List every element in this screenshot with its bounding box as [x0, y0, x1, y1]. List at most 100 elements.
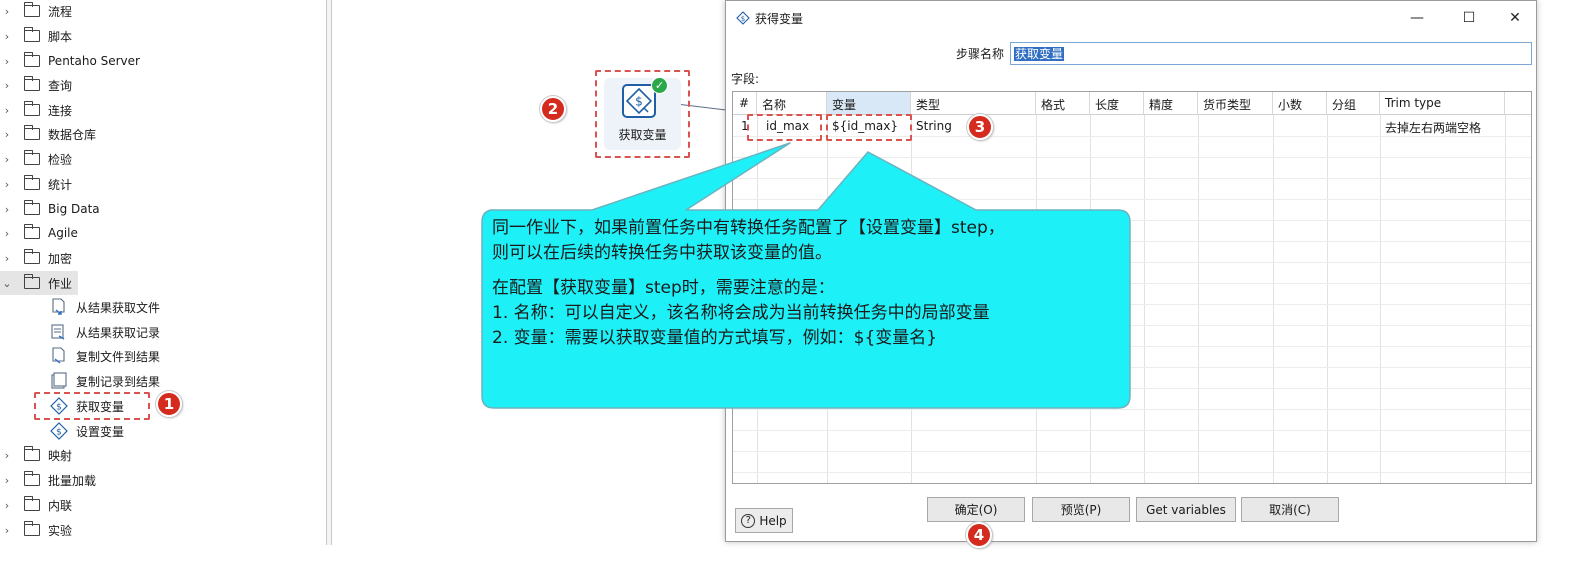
- chevron-right-icon[interactable]: ›: [0, 252, 14, 265]
- chevron-right-icon[interactable]: ›: [0, 449, 14, 462]
- callout-line: 2. 变量：需要以获取变量值的方式填写，例如：${变量名}: [492, 328, 938, 348]
- checkmark-icon: ✓: [651, 77, 668, 94]
- step-badge-2: 2: [540, 96, 566, 122]
- column-header-decimal[interactable]: 小数: [1273, 92, 1327, 115]
- tree-item-copy-files-to-result[interactable]: 复制文件到结果: [50, 345, 160, 367]
- chevron-right-icon[interactable]: ›: [0, 153, 14, 166]
- folder-icon: [24, 150, 40, 165]
- close-icon[interactable]: ✕: [1500, 7, 1530, 29]
- maximize-icon[interactable]: ☐: [1454, 7, 1484, 29]
- svg-text:$: $: [635, 95, 643, 109]
- tree-item-set-variables[interactable]: $ 设置变量: [50, 420, 124, 442]
- chevron-right-icon[interactable]: ›: [0, 499, 14, 512]
- chevron-right-icon[interactable]: ›: [0, 30, 14, 43]
- dialog-title: 获得变量: [755, 12, 804, 26]
- grid-line: [1505, 115, 1506, 483]
- chevron-right-icon[interactable]: ›: [0, 79, 14, 92]
- column-header-format[interactable]: 格式: [1036, 92, 1090, 115]
- chevron-right-icon[interactable]: ›: [0, 227, 14, 240]
- folder-icon: [24, 76, 40, 91]
- minimize-icon[interactable]: —: [1402, 7, 1432, 29]
- tree-folder-bulk-load[interactable]: › 批量加载: [0, 469, 96, 491]
- folder-icon: [24, 446, 40, 461]
- folder-icon: [24, 274, 40, 289]
- tree-item-get-files-from-result[interactable]: 从结果获取文件: [50, 296, 160, 318]
- set-variable-icon: $: [50, 422, 68, 440]
- folder-icon: [24, 224, 40, 239]
- grid-line: [1144, 115, 1145, 483]
- folder-icon: [24, 521, 40, 536]
- column-header-precision[interactable]: 精度: [1144, 92, 1198, 115]
- tree-item-get-rows-from-result[interactable]: 从结果获取记录: [50, 321, 160, 343]
- chevron-right-icon[interactable]: ›: [0, 55, 14, 68]
- get-variables-button[interactable]: Get variables: [1136, 497, 1236, 522]
- callout-line: 在配置【获取变量】step时，需要注意的是：: [492, 278, 835, 298]
- column-header-index[interactable]: #: [733, 92, 757, 115]
- preview-button[interactable]: 预览(P): [1032, 497, 1130, 522]
- tree-folder-label: Pentaho Server: [48, 54, 140, 68]
- column-header-group[interactable]: 分组: [1327, 92, 1380, 115]
- tree-folder-data-warehouse[interactable]: › 数据仓库: [0, 123, 96, 145]
- screen: › 流程 › 脚本 › Pentaho Server › 查询 › 连接 › 数…: [0, 0, 1587, 576]
- chevron-right-icon[interactable]: ›: [0, 5, 14, 18]
- tree-folder-experimental[interactable]: › 实验: [0, 519, 72, 541]
- chevron-right-icon[interactable]: ›: [0, 203, 14, 216]
- chevron-right-icon[interactable]: ›: [0, 524, 14, 537]
- tree-folder-label: 脚本: [48, 29, 73, 44]
- tree-folder-query[interactable]: › 查询: [0, 74, 72, 96]
- step-name-input[interactable]: 获取变量: [1010, 42, 1532, 65]
- folder-icon: [24, 27, 40, 42]
- column-header-length[interactable]: 长度: [1090, 92, 1144, 115]
- column-header-variable[interactable]: 变量: [827, 92, 911, 115]
- column-header-type[interactable]: 类型: [911, 92, 1036, 115]
- chevron-down-icon[interactable]: ⌄: [0, 277, 14, 290]
- tree-folder-join[interactable]: › 连接: [0, 99, 72, 121]
- chevron-right-icon[interactable]: ›: [0, 178, 14, 191]
- column-header-trim-type[interactable]: Trim type: [1380, 92, 1505, 115]
- step-badge-4: 4: [966, 522, 992, 548]
- panel-splitter[interactable]: [326, 0, 332, 545]
- svg-text:$: $: [56, 428, 62, 438]
- chevron-right-icon[interactable]: ›: [0, 104, 14, 117]
- tree-folder-flow[interactable]: › 流程: [0, 0, 72, 22]
- folder-icon: [24, 175, 40, 190]
- tree-folder-big-data[interactable]: › Big Data: [0, 198, 100, 220]
- grid-line: [1327, 115, 1328, 483]
- column-header-currency[interactable]: 货币类型: [1198, 92, 1273, 115]
- help-icon: ?: [741, 513, 756, 528]
- dialog-titlebar[interactable]: $ 获得变量 — ☐ ✕: [726, 1, 1536, 34]
- callout-text: 同一作业下，如果前置任务中有转换任务配置了【设置变量】step， 则可以在后续的…: [492, 216, 1122, 351]
- folder-icon: [24, 200, 40, 215]
- tree-folder-label: Agile: [48, 226, 78, 240]
- grid-line: [733, 409, 1531, 410]
- tree-folder-statistics[interactable]: › 统计: [0, 173, 72, 195]
- tree-folder-script[interactable]: › 脚本: [0, 25, 72, 47]
- chevron-right-icon[interactable]: ›: [0, 128, 14, 141]
- tree-folder-pentaho-server[interactable]: › Pentaho Server: [0, 50, 140, 72]
- grid-line: [1273, 115, 1274, 483]
- tree-folder-agile[interactable]: › Agile: [0, 222, 78, 244]
- tree-item-highlight: [34, 392, 150, 420]
- folder-icon: [24, 249, 40, 264]
- help-button[interactable]: ? Help: [735, 508, 793, 533]
- step-badge-1: 1: [156, 391, 182, 417]
- ok-button[interactable]: 确定(O): [927, 497, 1025, 522]
- grid-line: [1380, 115, 1381, 483]
- get-variable-icon: $: [736, 11, 750, 25]
- tree-item-copy-rows-to-result[interactable]: 复制记录到结果: [50, 370, 160, 392]
- grid-line: [733, 367, 1531, 368]
- tree-folder-label: 连接: [48, 103, 73, 118]
- column-header-name[interactable]: 名称: [757, 92, 827, 115]
- canvas-step-get-variables[interactable]: $ ✓ 获取变量: [595, 70, 690, 158]
- chevron-right-icon[interactable]: ›: [0, 474, 14, 487]
- tree-folder-validation[interactable]: › 检验: [0, 148, 72, 170]
- tree-folder-label: 作业: [48, 276, 73, 291]
- tree-folder-job[interactable]: ⌄ 作业: [0, 272, 72, 294]
- tree-folder-encryption[interactable]: › 加密: [0, 247, 72, 269]
- tree-folder-label: 批量加载: [48, 473, 97, 488]
- tree-folder-inline[interactable]: › 内联: [0, 494, 72, 516]
- table-cell-trim-type[interactable]: 去掉左右两端空格: [1380, 116, 1505, 137]
- cancel-button[interactable]: 取消(C): [1241, 497, 1339, 522]
- tree-folder-mapping[interactable]: › 映射: [0, 444, 72, 466]
- grid-line: [733, 157, 1531, 158]
